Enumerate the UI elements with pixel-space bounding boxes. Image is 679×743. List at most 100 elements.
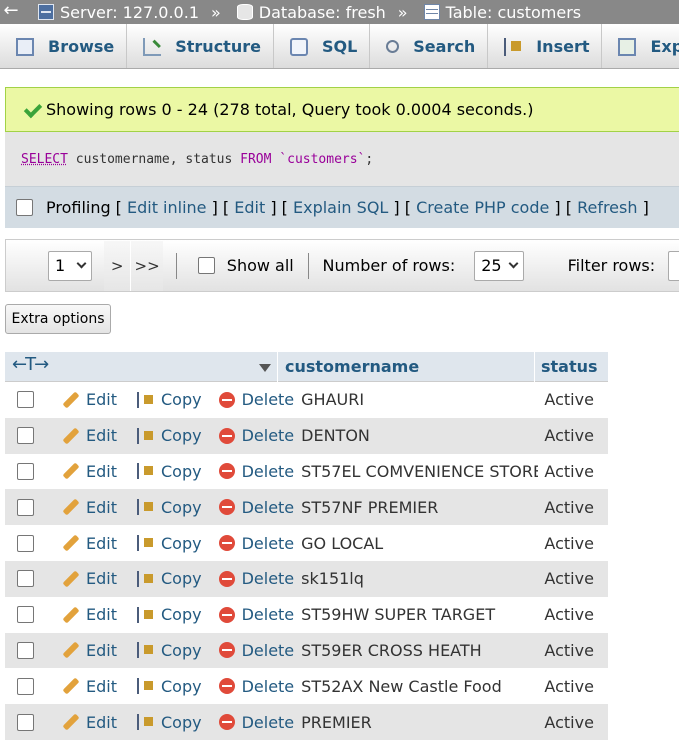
row-edit-label[interactable]: Edit [86,390,117,409]
cell-status[interactable]: Active [538,390,608,409]
tab-export[interactable]: Export [602,24,679,68]
cell-customername[interactable]: ST52AX New Castle Food [294,677,538,696]
row-edit-label[interactable]: Edit [86,462,117,481]
row-delete-label[interactable]: Delete [242,534,295,553]
cell-status[interactable]: Active [538,534,608,553]
row-delete-action[interactable]: Delete [202,713,295,732]
breadcrumb-server-label[interactable]: Server: 127.0.0.1 [60,3,199,22]
filter-rows-input[interactable] [668,250,679,281]
cell-customername[interactable]: sk151lq [294,569,538,588]
column-header-status[interactable]: status [535,352,608,382]
row-copy-action[interactable]: Copy [117,605,202,624]
breadcrumb-database[interactable]: Database: fresh [221,3,386,22]
row-edit-action[interactable]: Edit [48,605,117,624]
row-checkbox[interactable] [17,713,34,731]
row-copy-action[interactable]: Copy [117,426,202,445]
cell-status[interactable]: Active [538,426,608,445]
row-delete-action[interactable]: Delete [202,677,294,696]
next-page-button[interactable]: > [104,240,131,291]
row-copy-action[interactable]: Copy [117,677,202,696]
column-header-customername[interactable]: customername [278,351,535,382]
row-copy-label[interactable]: Copy [161,641,202,660]
tab-structure[interactable]: Structure [127,24,274,68]
row-edit-label[interactable]: Edit [86,426,117,445]
profiling-checkbox[interactable] [16,199,33,216]
tab-search[interactable]: Search [370,24,489,68]
row-delete-action[interactable]: Delete [202,569,295,588]
sort-dropdown-icon[interactable] [259,363,271,372]
row-edit-label[interactable]: Edit [86,569,117,588]
row-edit-action[interactable]: Edit [48,426,117,445]
cell-customername[interactable]: PREMIER [294,713,538,732]
row-edit-label[interactable]: Edit [86,641,117,660]
row-edit-action[interactable]: Edit [48,713,117,732]
edit-inline-link[interactable]: Edit inline [127,198,207,217]
row-delete-action[interactable]: Delete [202,534,295,553]
cell-status[interactable]: Active [538,605,608,624]
row-copy-action[interactable]: Copy [117,498,202,517]
row-edit-label[interactable]: Edit [86,534,117,553]
cell-customername[interactable]: ST59ER CROSS HEATH [294,641,538,660]
row-delete-label[interactable]: Delete [242,713,295,732]
cell-customername[interactable]: ST57EL COMVENIENCE STORE [294,462,538,481]
row-checkbox[interactable] [17,534,34,552]
row-edit-label[interactable]: Edit [86,713,117,732]
row-checkbox[interactable] [17,462,34,480]
row-delete-action[interactable]: Delete [202,426,295,445]
row-delete-label[interactable]: Delete [242,426,295,445]
explain-sql-link[interactable]: Explain SQL [293,198,388,217]
row-copy-action[interactable]: Copy [117,569,202,588]
row-copy-label[interactable]: Copy [161,605,202,624]
refresh-link[interactable]: Refresh [577,198,637,217]
row-checkbox[interactable] [17,391,34,409]
row-checkbox[interactable] [17,641,34,659]
breadcrumb-database-label[interactable]: Database: fresh [259,3,386,22]
breadcrumb-table[interactable]: Table: customers [408,3,582,22]
row-checkbox[interactable] [17,606,34,624]
row-edit-label[interactable]: Edit [86,677,117,696]
row-delete-label[interactable]: Delete [242,390,295,409]
row-checkbox[interactable] [17,427,34,445]
row-copy-action[interactable]: Copy [117,641,202,660]
row-copy-label[interactable]: Copy [161,677,202,696]
row-copy-action[interactable]: Copy [117,390,202,409]
cell-customername[interactable]: DENTON [294,426,538,445]
cell-customername[interactable]: GHAURI [294,390,538,409]
number-of-rows-select[interactable]: 25 [474,250,524,281]
row-copy-label[interactable]: Copy [161,713,202,732]
row-copy-action[interactable]: Copy [117,462,202,481]
row-delete-action[interactable]: Delete [202,390,295,409]
row-copy-action[interactable]: Copy [117,713,202,732]
row-copy-label[interactable]: Copy [161,390,202,409]
cell-status[interactable]: Active [538,677,608,696]
row-edit-action[interactable]: Edit [48,390,117,409]
breadcrumb-server[interactable]: Server: 127.0.0.1 [22,3,199,22]
sql-keyword-select[interactable]: SELECT [21,152,68,167]
tab-sql[interactable]: SQL [274,24,371,68]
row-edit-action[interactable]: Edit [48,569,117,588]
row-edit-action[interactable]: Edit [48,462,117,481]
row-delete-label[interactable]: Delete [242,641,295,660]
cell-customername[interactable]: ST57NF PREMIER [294,498,538,517]
edit-link[interactable]: Edit [234,198,265,217]
row-copy-action[interactable]: Copy [117,534,202,553]
row-delete-action[interactable]: Delete [202,498,295,517]
row-checkbox[interactable] [17,498,34,516]
row-delete-label[interactable]: Delete [242,498,295,517]
extra-options-button[interactable]: Extra options [5,304,111,334]
row-copy-label[interactable]: Copy [161,498,202,517]
row-delete-label[interactable]: Delete [242,569,295,588]
cell-status[interactable]: Active [538,462,608,481]
breadcrumb-table-label[interactable]: Table: customers [446,3,582,22]
last-page-button[interactable]: >> [130,240,163,291]
row-copy-label[interactable]: Copy [161,462,202,481]
show-all-checkbox[interactable] [197,257,215,274]
row-copy-label[interactable]: Copy [161,534,202,553]
cell-status[interactable]: Active [538,569,608,588]
row-copy-label[interactable]: Copy [161,569,202,588]
row-edit-label[interactable]: Edit [86,605,117,624]
cell-status[interactable]: Active [538,713,608,732]
back-arrow-icon[interactable]: ← [0,0,22,21]
row-edit-label[interactable]: Edit [86,498,117,517]
tab-browse[interactable]: Browse [0,24,128,68]
